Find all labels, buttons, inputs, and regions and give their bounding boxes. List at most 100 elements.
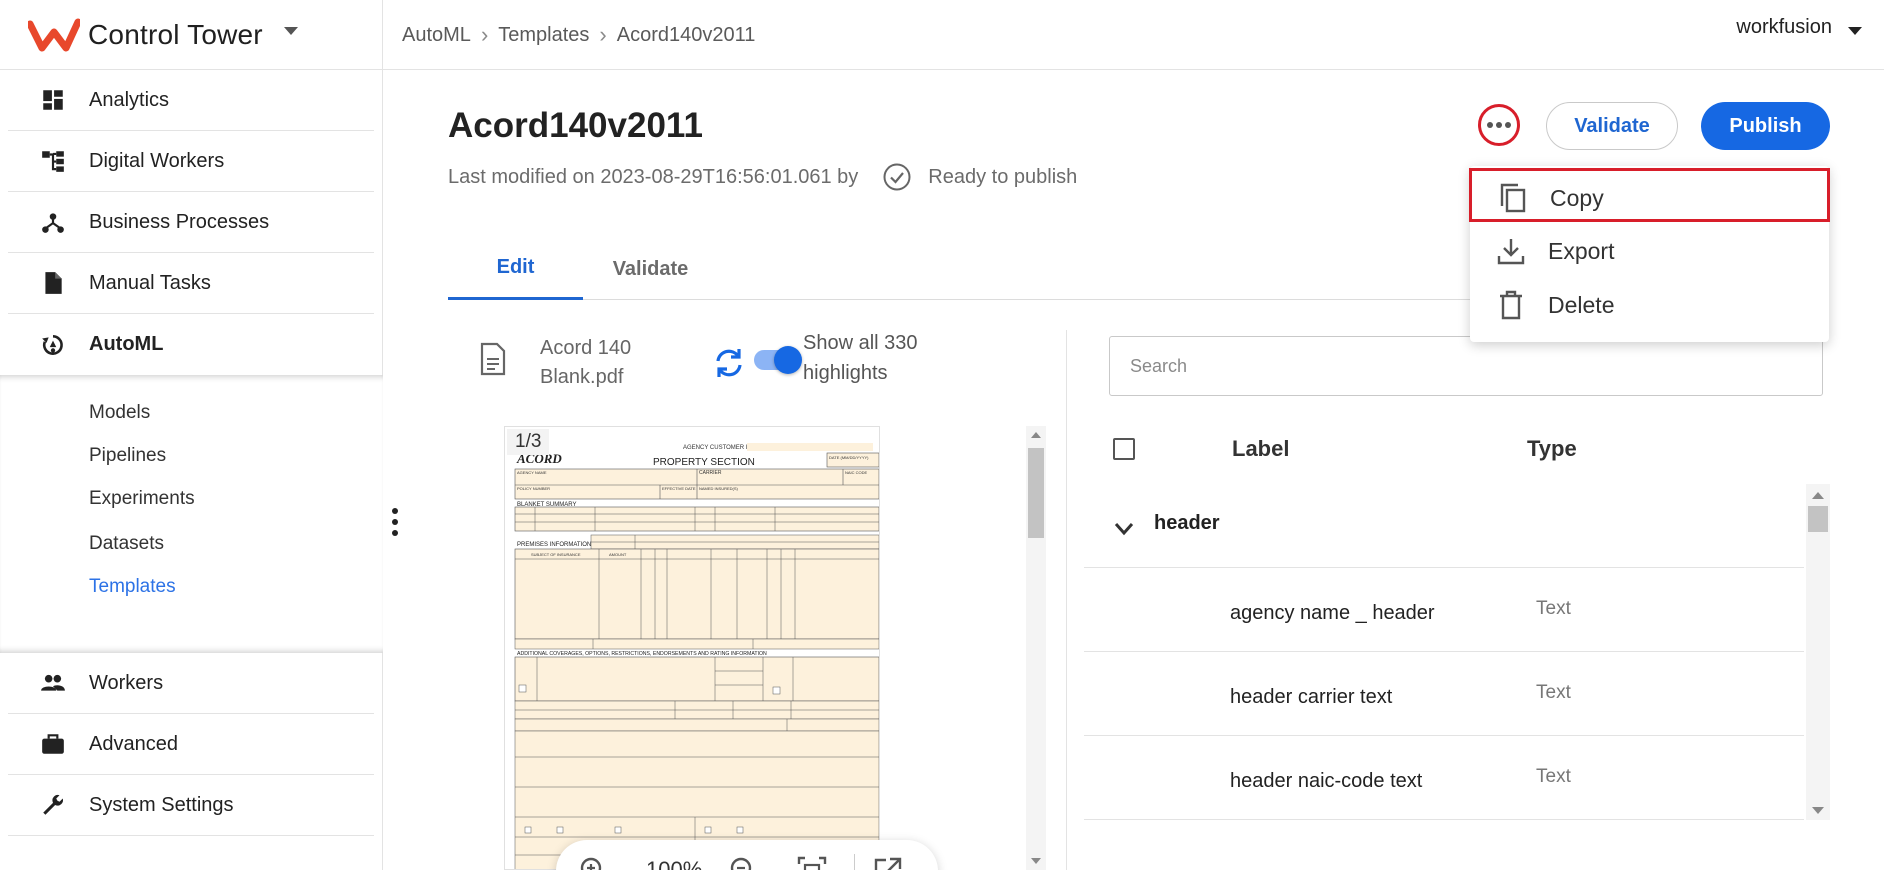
scroll-down-arrow-icon[interactable] bbox=[1812, 807, 1824, 814]
sidebar-item-automl[interactable]: AutoML bbox=[8, 314, 374, 375]
sidebar-item-label: Manual Tasks bbox=[89, 271, 211, 294]
more-actions-menu: Copy Export Delete bbox=[1469, 166, 1830, 342]
form-text: EFFECTIVE DATE bbox=[662, 486, 696, 491]
download-icon bbox=[1497, 239, 1525, 265]
fit-to-page-icon[interactable] bbox=[796, 855, 828, 870]
sidebar-item-advanced[interactable]: Advanced bbox=[8, 714, 374, 775]
form-text: AGENCY CUSTOMER ID: bbox=[683, 445, 754, 451]
pane-divider bbox=[1066, 330, 1067, 870]
subnav-item-experiments[interactable]: Experiments bbox=[89, 488, 195, 510]
chevron-down-icon[interactable] bbox=[1114, 522, 1134, 536]
menu-item-copy[interactable]: Copy bbox=[1469, 168, 1830, 222]
validate-button[interactable]: Validate bbox=[1546, 102, 1678, 150]
labels-scrollbar[interactable] bbox=[1806, 484, 1830, 820]
label-type: Text bbox=[1536, 598, 1571, 619]
table-row[interactable]: header carrier text Text bbox=[1084, 652, 1804, 736]
sidebar-item-label: Business Processes bbox=[89, 210, 270, 233]
template-meta: Last modified on 2023-08-29T16:56:01.061… bbox=[448, 160, 1077, 194]
automl-subnav: Models Pipelines Experiments Datasets Te… bbox=[0, 375, 383, 653]
subnav-item-models[interactable]: Models bbox=[89, 402, 150, 424]
form-text: SUBJECT OF INSURANCE bbox=[531, 552, 581, 557]
menu-item-delete[interactable]: Delete bbox=[1470, 278, 1829, 332]
tab-validate[interactable]: Validate bbox=[583, 238, 718, 300]
document-scrollbar[interactable] bbox=[1026, 426, 1046, 870]
sidebar-item-digital-workers[interactable]: Digital Workers bbox=[8, 131, 374, 192]
sidebar-item-label: Workers bbox=[89, 671, 164, 694]
subnav-item-templates[interactable]: Templates bbox=[89, 576, 176, 598]
page-indicator: 1/3 bbox=[507, 429, 550, 455]
zoom-in-icon[interactable] bbox=[578, 855, 610, 870]
scroll-down-arrow-icon[interactable] bbox=[1031, 858, 1041, 864]
menu-item-label: Copy bbox=[1550, 185, 1604, 211]
sidebar-item-analytics[interactable]: Analytics bbox=[8, 70, 374, 131]
open-external-icon[interactable] bbox=[872, 855, 904, 870]
show-highlights-label: Show all 330 highlights bbox=[803, 332, 918, 384]
scroll-up-arrow-icon[interactable] bbox=[1812, 492, 1824, 499]
tab-edit[interactable]: Edit bbox=[448, 238, 583, 300]
subnav-item-pipelines[interactable]: Pipelines bbox=[89, 445, 166, 467]
breadcrumb-templates[interactable]: Templates bbox=[498, 24, 589, 47]
menu-item-export[interactable]: Export bbox=[1470, 224, 1829, 278]
menu-item-label: Export bbox=[1548, 238, 1615, 264]
zoom-level: 100% bbox=[646, 857, 703, 870]
sidebar-item-label: Digital Workers bbox=[89, 149, 225, 172]
sidebar: Analytics Digital Workers Business Proce… bbox=[0, 70, 383, 870]
sidebar-item-manual-tasks[interactable]: Manual Tasks bbox=[8, 253, 374, 314]
sidebar-item-label: System Settings bbox=[89, 793, 234, 816]
label-group-name: header bbox=[1154, 512, 1220, 534]
people-icon bbox=[41, 674, 65, 691]
form-text: AMOUNT bbox=[609, 552, 627, 557]
sidebar-resize-handle[interactable] bbox=[392, 508, 400, 542]
table-row[interactable]: agency name _ header Text bbox=[1084, 568, 1804, 652]
label-search-input[interactable] bbox=[1109, 336, 1823, 396]
form-text: ADDITIONAL COVERAGES, OPTIONS, RESTRICTI… bbox=[517, 651, 767, 657]
zoom-out-icon[interactable] bbox=[728, 855, 760, 870]
app-switcher[interactable]: Control Tower bbox=[0, 0, 383, 70]
trash-icon bbox=[1500, 290, 1522, 320]
workfusion-logo-icon bbox=[28, 18, 80, 52]
toolbar-divider bbox=[854, 854, 855, 870]
user-menu[interactable]: workfusion bbox=[1736, 16, 1832, 39]
form-text: POLICY NUMBER bbox=[517, 486, 550, 491]
publish-button[interactable]: Publish bbox=[1701, 102, 1830, 150]
sidebar-item-system-settings[interactable]: System Settings bbox=[8, 775, 374, 836]
breadcrumb-automl[interactable]: AutoML bbox=[402, 24, 471, 47]
sidebar-item-business-processes[interactable]: Business Processes bbox=[8, 192, 374, 253]
breadcrumb-current: Acord140v2011 bbox=[616, 23, 756, 46]
show-highlights-toggle[interactable] bbox=[754, 346, 802, 374]
column-header-type[interactable]: Type bbox=[1527, 436, 1577, 462]
form-text: NAMED INSURED(S) bbox=[699, 486, 739, 491]
sidebar-item-workers[interactable]: Workers bbox=[8, 653, 374, 714]
caret-down-icon[interactable] bbox=[1848, 27, 1862, 35]
form-text: AGENCY NAME bbox=[517, 470, 547, 475]
label-type: Text bbox=[1536, 682, 1571, 703]
scroll-thumb[interactable] bbox=[1808, 506, 1828, 532]
zoom-toolbar: 100% bbox=[556, 840, 938, 870]
chevron-right-icon: › bbox=[480, 22, 489, 47]
sidebar-item-label: Advanced bbox=[89, 732, 178, 755]
chevron-right-icon: › bbox=[599, 22, 607, 47]
document-viewer[interactable]: 1/3 AGENCY CUSTOMER ID: ACORD PROPERTY S… bbox=[504, 426, 880, 870]
label-name: agency name _ header bbox=[1230, 602, 1435, 624]
scroll-thumb[interactable] bbox=[1028, 448, 1044, 538]
label-name: header naic-code text bbox=[1230, 770, 1423, 792]
table-row[interactable]: header naic-code text Text bbox=[1084, 736, 1804, 820]
more-actions-button[interactable] bbox=[1478, 104, 1520, 146]
automl-icon bbox=[42, 334, 63, 355]
column-header-label[interactable]: Label bbox=[1232, 436, 1289, 462]
label-group-row[interactable]: header bbox=[1084, 484, 1804, 568]
labels-table-header: Label Type bbox=[1084, 418, 1830, 480]
select-all-checkbox[interactable] bbox=[1113, 438, 1135, 460]
check-circle-icon bbox=[883, 163, 911, 191]
last-modified-text: Last modified on 2023-08-29T16:56:01.061… bbox=[448, 165, 859, 188]
subnav-item-datasets[interactable]: Datasets bbox=[89, 533, 164, 555]
sync-icon[interactable] bbox=[712, 346, 746, 380]
scroll-up-arrow-icon[interactable] bbox=[1031, 432, 1041, 438]
breadcrumb: AutoML › Templates › Acord140v2011 bbox=[402, 18, 755, 52]
caret-down-icon[interactable] bbox=[284, 27, 298, 35]
form-text: CARRIER bbox=[699, 470, 722, 476]
form-text: DATE (MM/DD/YYYY) bbox=[829, 455, 869, 460]
dashboard-icon bbox=[43, 90, 63, 110]
app-name: Control Tower bbox=[88, 19, 263, 50]
form-text: PREMISES INFORMATION bbox=[517, 542, 591, 548]
